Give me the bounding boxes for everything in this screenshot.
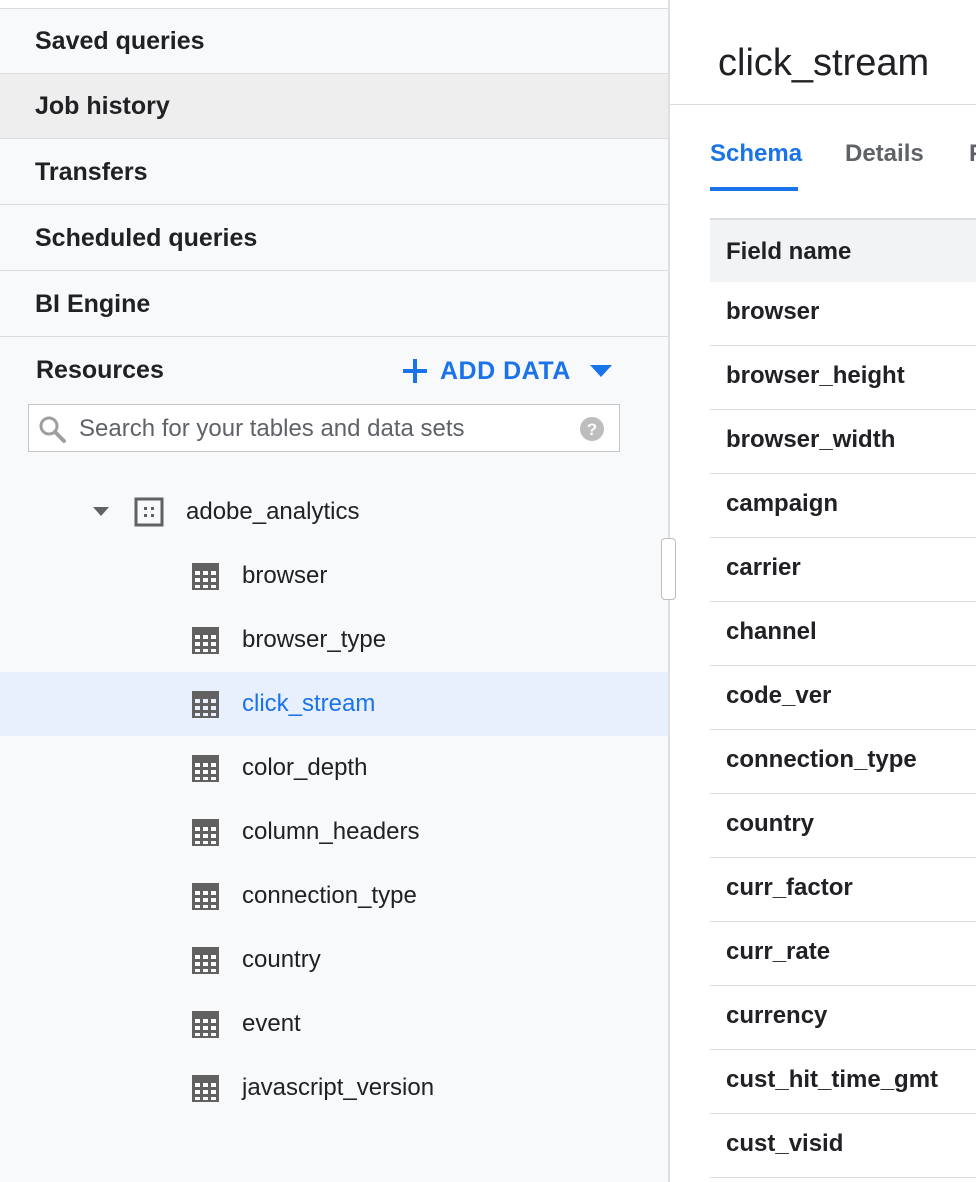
field-name-cell: curr_factor bbox=[726, 874, 853, 901]
field-name-cell: country bbox=[726, 810, 815, 837]
active-tab-indicator bbox=[710, 187, 798, 191]
table-icon bbox=[192, 947, 219, 974]
column-header-field-name: Field name bbox=[726, 238, 852, 265]
field-name-cell: browser_width bbox=[726, 426, 896, 453]
nav-item-transfers[interactable]: Transfers bbox=[0, 140, 668, 205]
nav-item-saved-queries[interactable]: Saved queries bbox=[0, 9, 668, 74]
table-icon bbox=[192, 627, 219, 654]
tab-schema[interactable]: Schema bbox=[710, 140, 802, 194]
dataset-label: adobe_analytics bbox=[186, 498, 360, 525]
table-row: browser_width bbox=[710, 410, 976, 474]
caret-down-icon[interactable] bbox=[589, 364, 613, 378]
tab-label: Details bbox=[845, 140, 924, 167]
field-name-cell: channel bbox=[726, 618, 817, 645]
sidebar: Saved queries Job history Transfers Sche… bbox=[0, 0, 668, 1182]
details-panel: click_stream Schema Details P Field name… bbox=[670, 0, 976, 1182]
nav-item-bi-engine[interactable]: BI Engine bbox=[0, 272, 668, 337]
nav-item-scheduled-queries[interactable]: Scheduled queries bbox=[0, 206, 668, 271]
nav-item-label: Job history bbox=[35, 91, 170, 120]
sidebar-top-edge bbox=[0, 0, 668, 9]
tree-table-javascript-version[interactable]: javascript_version bbox=[0, 1056, 668, 1120]
table-icon bbox=[192, 691, 219, 718]
field-name-cell: cust_visid bbox=[726, 1130, 844, 1157]
table-label: javascript_version bbox=[242, 1074, 435, 1101]
table-label: column_headers bbox=[242, 818, 420, 845]
field-name-cell: code_ver bbox=[726, 682, 832, 709]
field-name-cell: campaign bbox=[726, 490, 839, 517]
help-icon[interactable]: ? bbox=[579, 416, 605, 442]
table-icon bbox=[192, 755, 219, 782]
table-label: color_depth bbox=[242, 754, 368, 781]
add-data-label: ADD DATA bbox=[440, 356, 571, 385]
table-label: browser_type bbox=[242, 626, 387, 653]
table-row: connection_type bbox=[710, 730, 976, 794]
caret-down-icon[interactable] bbox=[92, 505, 110, 517]
table-row: curr_factor bbox=[710, 858, 976, 922]
field-name-cell: browser_height bbox=[726, 362, 905, 389]
tree-table-column-headers[interactable]: column_headers bbox=[0, 800, 668, 864]
resources-header: Resources ADD DATA bbox=[0, 340, 668, 404]
svg-text:?: ? bbox=[587, 420, 597, 439]
table-label: browser bbox=[242, 562, 328, 589]
table-icon bbox=[192, 1011, 219, 1038]
table-row: channel bbox=[710, 602, 976, 666]
nav-item-label: Scheduled queries bbox=[35, 223, 258, 252]
field-name-cell: currency bbox=[726, 1002, 828, 1029]
table-row: carrier bbox=[710, 538, 976, 602]
field-name-cell: curr_rate bbox=[726, 938, 831, 965]
table-label: country bbox=[242, 946, 321, 973]
page-title: click_stream bbox=[718, 42, 930, 84]
add-data-button[interactable]: ADD DATA bbox=[400, 354, 613, 388]
tab-label: Schema bbox=[710, 140, 803, 167]
field-name-cell: carrier bbox=[726, 554, 801, 581]
tree-table-browser-type[interactable]: browser_type bbox=[0, 608, 668, 672]
nav-item-label: BI Engine bbox=[35, 289, 151, 318]
tree-table-click-stream[interactable]: click_stream bbox=[0, 672, 668, 736]
search-input[interactable] bbox=[77, 411, 571, 447]
table-icon bbox=[192, 883, 219, 910]
tree-table-country[interactable]: country bbox=[0, 928, 668, 992]
table-row: browser bbox=[710, 282, 976, 346]
resize-handle[interactable] bbox=[661, 538, 676, 600]
tree-dataset-adobe-analytics[interactable]: adobe_analytics bbox=[0, 480, 668, 544]
details-header: click_stream bbox=[670, 0, 976, 105]
search-icon bbox=[39, 416, 66, 443]
tree-table-connection-type[interactable]: connection_type bbox=[0, 864, 668, 928]
tab-label: P bbox=[969, 140, 976, 167]
nav-item-label: Transfers bbox=[35, 157, 148, 186]
resources-title: Resources bbox=[36, 356, 164, 384]
search-box: ? bbox=[28, 404, 620, 452]
table-label: event bbox=[242, 1010, 301, 1037]
table-row: cust_visid bbox=[710, 1114, 976, 1178]
table-row: cust_hit_time_gmt bbox=[710, 1050, 976, 1114]
table-icon bbox=[192, 1075, 219, 1102]
tab-preview[interactable]: P bbox=[969, 140, 976, 194]
nav-item-job-history[interactable]: Job history bbox=[0, 74, 668, 139]
table-row: curr_rate bbox=[710, 922, 976, 986]
field-name-cell: connection_type bbox=[726, 746, 917, 773]
field-name-cell: cust_hit_time_gmt bbox=[726, 1066, 939, 1093]
tree-table-color-depth[interactable]: color_depth bbox=[0, 736, 668, 800]
nav-item-label: Saved queries bbox=[35, 26, 205, 55]
plus-icon bbox=[403, 359, 427, 383]
table-label: click_stream bbox=[242, 690, 376, 717]
table-label: connection_type bbox=[242, 882, 417, 909]
table-row: browser_height bbox=[710, 346, 976, 410]
table-row: code_ver bbox=[710, 666, 976, 730]
table-row: campaign bbox=[710, 474, 976, 538]
tab-details[interactable]: Details bbox=[845, 140, 924, 194]
table-header: Field name bbox=[710, 218, 976, 282]
table-row: country bbox=[710, 794, 976, 858]
table-icon bbox=[192, 819, 219, 846]
table-icon bbox=[192, 563, 219, 590]
tree-table-event[interactable]: event bbox=[0, 992, 668, 1056]
table-row: currency bbox=[710, 986, 976, 1050]
tree-table-browser[interactable]: browser bbox=[0, 544, 668, 608]
dataset-icon bbox=[134, 497, 164, 527]
field-name-cell: browser bbox=[726, 298, 820, 325]
